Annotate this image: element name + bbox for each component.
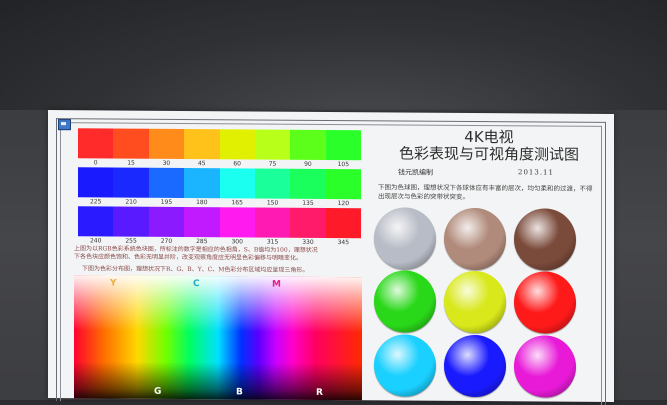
color-ball-cyan	[374, 334, 436, 397]
strip3-swatch-5	[254, 207, 291, 238]
hue-strip-2	[78, 167, 361, 200]
hue-letter-r: R	[316, 387, 323, 398]
strip1-label-1: 15	[127, 159, 135, 167]
strip2-swatch-5	[254, 168, 291, 199]
color-ball-green	[374, 270, 436, 333]
strip3-swatch-4	[219, 207, 255, 238]
strip3-label-0: 240	[89, 237, 102, 245]
strip1-label-6: 90	[304, 160, 312, 168]
hue-letter-m: M	[272, 279, 281, 290]
hue-letter-y: Y	[110, 278, 117, 289]
dark-wall	[0, 0, 667, 110]
strip1-label-5: 75	[268, 160, 277, 168]
window-icon	[58, 119, 71, 131]
hue-distribution-map	[74, 275, 362, 401]
strip2-swatch-0	[78, 167, 114, 198]
strip1-swatch-0	[78, 128, 114, 159]
hue-strip-3	[78, 206, 361, 239]
strip2-label-1: 210	[125, 198, 137, 206]
strip1-swatch-5	[254, 129, 291, 160]
color-ball-yellow-green	[444, 270, 506, 334]
strip2-swatch-3	[184, 167, 220, 199]
strip3-label-5: 315	[266, 238, 279, 246]
color-ball-dark-brown	[514, 208, 576, 271]
strip2-swatch-2	[148, 167, 185, 198]
strip2-label-3: 180	[196, 199, 208, 207]
projection-screen: 0 15 30 45 60 75 90 105 225 210 195 180 165 150 135 12…	[48, 110, 614, 405]
strip3-label-6: 330	[302, 238, 314, 246]
strip1-label-7: 105	[337, 161, 350, 169]
strip2-label-7: 120	[337, 200, 350, 208]
strip2-label-4: 165	[231, 199, 243, 207]
strip2-label-2: 195	[160, 198, 173, 206]
hue-letter-b: B	[236, 387, 243, 398]
strip3-label-3: 285	[196, 238, 208, 246]
strip2-swatch-1	[113, 167, 149, 198]
strip3-label-7: 345	[337, 239, 350, 247]
strip1-label-4: 60	[233, 160, 241, 168]
color-ball-grid	[48, 110, 614, 398]
strip2-swatch-4	[219, 168, 255, 199]
hue-letter-c: C	[193, 279, 200, 290]
strip1-label-0: 0	[93, 159, 98, 167]
color-ball-skin-tan	[444, 207, 506, 271]
color-ball-blue	[444, 334, 506, 398]
chart-date: 2013.11	[518, 168, 554, 177]
strip3-swatch-1	[113, 206, 149, 237]
ball-description: 下图为色球图，理想状况下各球体应有丰富的层次，均匀柔和的过渡，不得出现层次与色彩…	[378, 183, 593, 201]
strip1-swatch-7	[325, 129, 361, 161]
strip1-swatch-3	[184, 128, 220, 160]
strip2-label-5: 150	[266, 199, 279, 207]
strip3-swatch-7	[325, 207, 361, 239]
strip3-label-1: 255	[125, 237, 137, 245]
strip1-label-3: 45	[197, 160, 206, 168]
hue-strip-1	[78, 128, 361, 161]
strip3-label-2: 270	[160, 237, 173, 245]
strip3-swatch-6	[290, 207, 326, 238]
color-ball-magenta	[514, 335, 576, 398]
strip2-label-0: 225	[89, 198, 102, 206]
strip1-swatch-1	[113, 128, 149, 159]
strip1-label-2: 30	[162, 159, 171, 167]
strip2-swatch-6	[290, 168, 326, 199]
strip1-swatch-6	[290, 129, 326, 160]
color-ball-silver-gray	[374, 207, 436, 270]
hue-letter-g: G	[154, 386, 162, 397]
color-ball-red	[514, 271, 576, 334]
strip3-swatch-0	[78, 206, 114, 237]
strip3-swatch-3	[184, 206, 220, 238]
strip2-label-6: 135	[302, 199, 314, 207]
strip1-swatch-4	[219, 129, 255, 160]
strip3-swatch-2	[148, 206, 185, 237]
chart-subtitle: 色彩表现与可视角度测试图	[398, 144, 579, 164]
author-credit: 钱元凯编制	[398, 168, 433, 177]
strip3-label-4: 300	[231, 238, 243, 246]
strip2-swatch-7	[325, 168, 361, 200]
strip1-swatch-2	[148, 128, 185, 159]
